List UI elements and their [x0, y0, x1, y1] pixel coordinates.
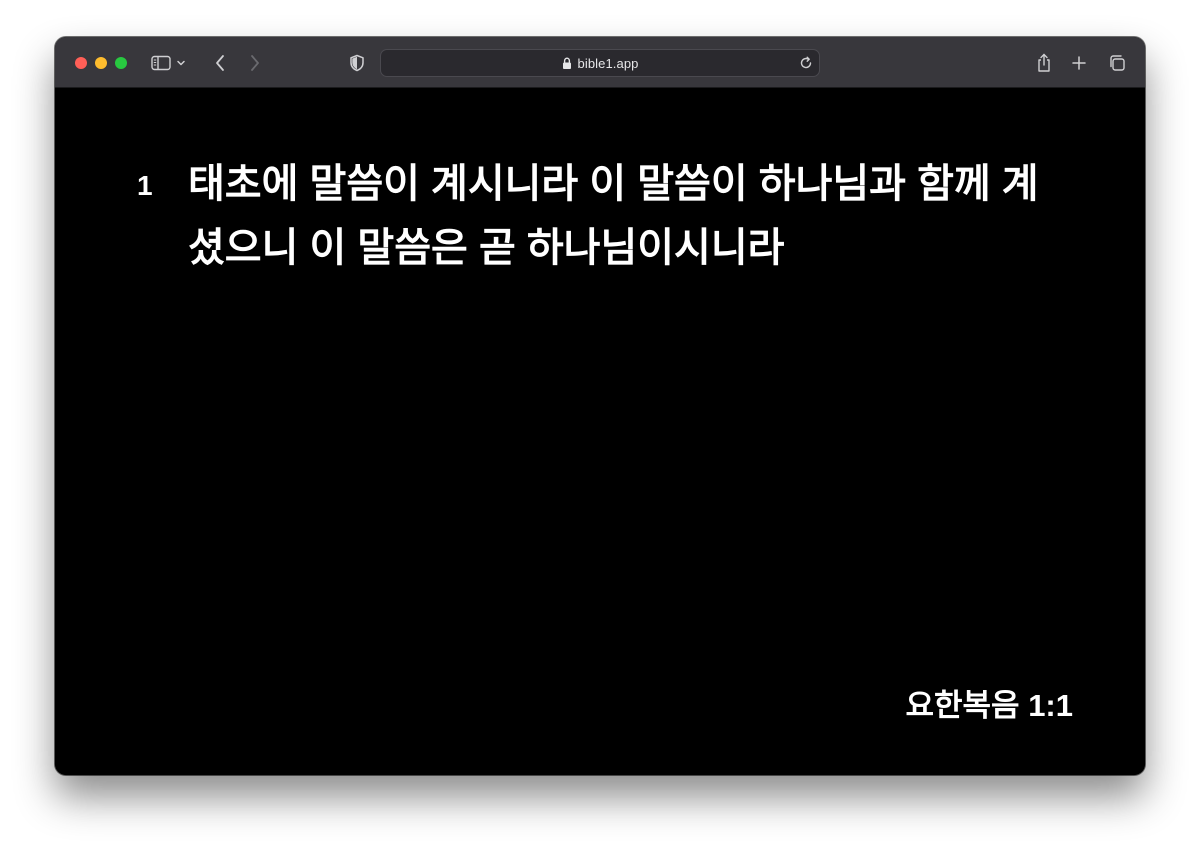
forward-arrow-icon[interactable]: [242, 50, 268, 76]
verse-number: 1: [137, 170, 153, 201]
close-window-button[interactable]: [75, 57, 87, 69]
url-text: bible1.app: [577, 55, 639, 71]
minimize-window-button[interactable]: [95, 57, 107, 69]
verse-reference: 요한복음 1:1: [905, 688, 1074, 723]
address-bar[interactable]: bible1.app: [380, 49, 820, 77]
lock-icon: [562, 56, 572, 70]
browser-toolbar: bible1.app: [55, 37, 1145, 88]
verse-text: 태초에 말씀이 계시니라 이 말씀이 하나님과 함께 계셨으니 이 말씀은 곧 …: [188, 162, 1039, 270]
zoom-window-button[interactable]: [115, 57, 127, 69]
shield-icon[interactable]: [344, 50, 370, 76]
slide-content: 1 태초에 말씀이 계시니라 이 말씀이 하나님과 함께 계셨으니 이 말씀은 …: [55, 88, 1145, 775]
sidebar-toggle-icon[interactable]: [148, 50, 174, 76]
chevron-down-icon[interactable]: [174, 50, 188, 76]
share-icon[interactable]: [1031, 50, 1057, 76]
browser-window: bible1.app 1 태초에 말씀이 계시니라 이 말씀이 하나님과 함께 …: [55, 37, 1145, 775]
plus-icon[interactable]: [1066, 50, 1092, 76]
back-arrow-icon[interactable]: [207, 50, 233, 76]
reload-icon[interactable]: [799, 56, 813, 70]
tab-overview-icon[interactable]: [1104, 50, 1130, 76]
